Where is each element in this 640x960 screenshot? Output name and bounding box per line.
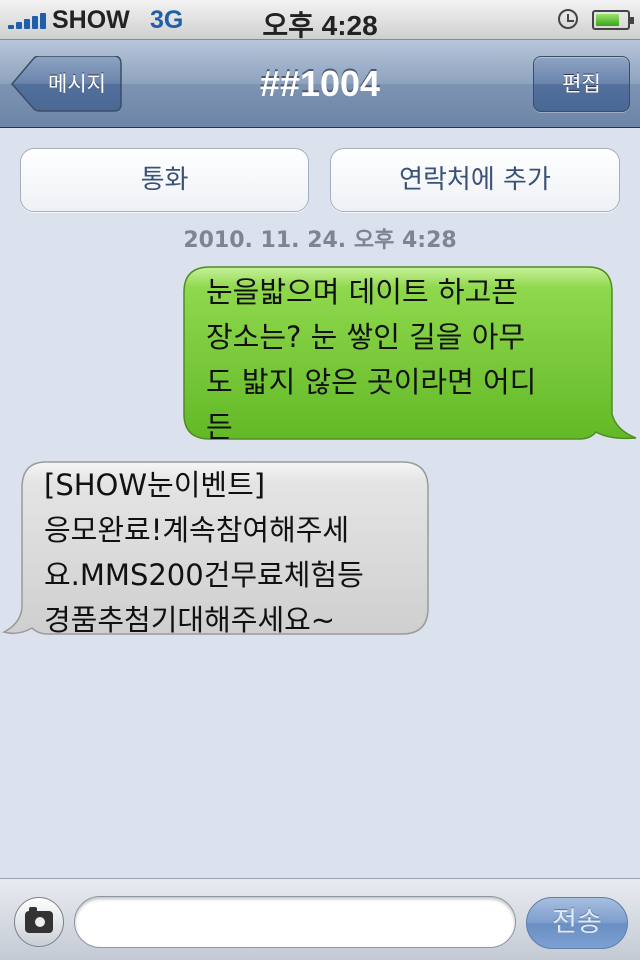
- battery-icon: [592, 10, 634, 30]
- edit-button[interactable]: 편집: [533, 56, 630, 112]
- status-bar: SHOW 3G 오후 4:28: [0, 0, 640, 41]
- back-to-messages-button[interactable]: 메시지: [10, 56, 122, 112]
- message-line: 경품추첨기대해주세요~: [44, 603, 336, 637]
- message-line: 응모완료!계속참여해주세: [44, 513, 350, 547]
- message-line: 도 밟지 않은 곳이라면 어디: [206, 365, 537, 399]
- message-line: [SHOW눈이벤트]: [44, 468, 266, 502]
- received-message-bubble[interactable]: [SHOW눈이벤트] 응모완료!계속참여해주세 요.MMS200건무료체험등 경…: [2, 460, 432, 640]
- message-line: 눈을밟으며 데이트 하고픈: [206, 275, 518, 309]
- message-timestamp: 2010. 11. 24. 오후 4:28: [183, 228, 457, 253]
- camera-icon: [25, 907, 53, 933]
- add-to-contacts-button[interactable]: 연락처에 추가: [330, 148, 620, 212]
- sent-message-text: 눈을밟으며 데이트 하고픈 장소는? 눈 쌓인 길을 아무 도 밟지 않은 곳이…: [206, 270, 596, 450]
- message-line: 장소는? 눈 쌓인 길을 아무: [206, 320, 526, 354]
- status-clock: 오후 4:28: [262, 10, 378, 41]
- message-text-field[interactable]: [74, 896, 516, 948]
- message-line: 든: [206, 410, 233, 444]
- message-input-bar: 전송: [0, 878, 640, 960]
- message-line: 요.MMS200건무료체험등: [44, 558, 364, 592]
- alarm-icon: [558, 9, 578, 29]
- back-button-label: 메시지: [48, 72, 106, 96]
- call-button[interactable]: 통화: [20, 148, 309, 212]
- sent-message-bubble[interactable]: 눈을밟으며 데이트 하고픈 장소는? 눈 쌓인 길을 아무 도 밟지 않은 곳이…: [180, 266, 638, 444]
- send-button[interactable]: 전송: [526, 897, 628, 949]
- camera-button[interactable]: [14, 897, 64, 947]
- navigation-bar: ##1004 메시지 편집: [0, 40, 640, 128]
- received-message-text: [SHOW눈이벤트] 응모완료!계속참여해주세 요.MMS200건무료체험등 경…: [44, 463, 424, 643]
